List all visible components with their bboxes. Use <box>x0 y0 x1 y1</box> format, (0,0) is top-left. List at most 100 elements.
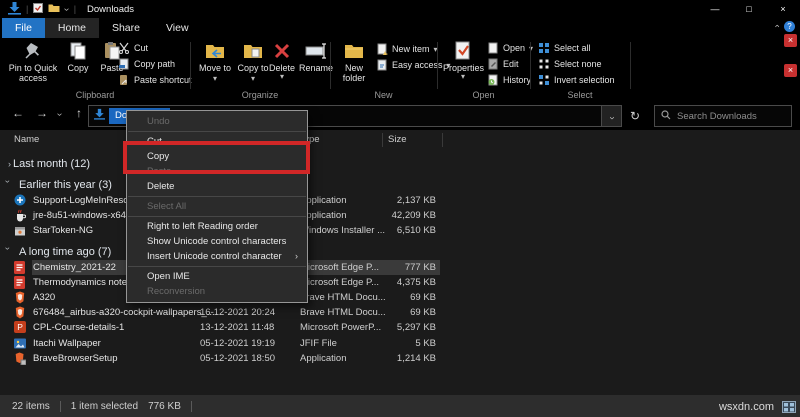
refresh-button[interactable]: ↻ <box>630 109 640 123</box>
address-dropdown-button[interactable]: › <box>602 105 622 127</box>
svg-text:P: P <box>17 322 23 332</box>
brave-file-icon <box>14 291 27 304</box>
tab-share[interactable]: Share <box>99 18 153 38</box>
menu-item-open-ime[interactable]: Open IME <box>127 269 307 284</box>
column-divider[interactable] <box>382 133 383 147</box>
file-name: StarToken-NG <box>33 225 93 236</box>
titlebar: | › | Downloads — □ × <box>0 0 800 18</box>
scissors-icon <box>118 42 130 54</box>
menu-item-right-to-left-reading-order[interactable]: Right to left Reading order <box>127 219 307 234</box>
paste-shortcut-button[interactable]: Paste shortcut <box>118 73 192 87</box>
menu-item-label: Select All <box>147 201 186 212</box>
select-all-button[interactable]: Select all <box>538 41 591 55</box>
file-group-header[interactable]: ›Last month (12) <box>0 156 800 172</box>
move-to-button[interactable]: Move to ▾ <box>198 40 232 84</box>
dropdown-caret-icon: ▾ <box>213 74 217 83</box>
copy-to-icon <box>242 41 264 61</box>
new-folder-button[interactable]: New folder <box>336 40 372 83</box>
history-button[interactable]: History <box>487 73 531 87</box>
delete-button[interactable]: Delete ▾ <box>266 40 298 80</box>
file-name: Support-LogMeInRescue <box>33 195 139 206</box>
explorer-window: | › | Downloads — □ × File Home Share Vi… <box>0 0 800 417</box>
thumbnail-view-icon[interactable] <box>782 400 796 412</box>
file-row[interactable]: StarToken-NGWindows Installer ...6,510 K… <box>0 223 800 238</box>
minimize-button[interactable]: — <box>698 0 732 18</box>
tab-view[interactable]: View <box>153 18 202 38</box>
properties-icon <box>452 41 474 61</box>
file-row[interactable]: Support-LogMeInRescueApplication2,137 KB <box>0 193 800 208</box>
copy-to-button[interactable]: Copy to ▾ <box>236 40 270 84</box>
menu-item-label: Insert Unicode control character <box>147 251 282 262</box>
file-row[interactable]: jre-8u51-windows-x64Application42,209 KB <box>0 208 800 223</box>
items-count: 22 items <box>12 401 50 412</box>
menu-item-delete[interactable]: Delete <box>127 179 307 194</box>
selected-size: 776 KB <box>148 401 181 412</box>
properties-button[interactable]: Properties ▾ <box>443 40 483 80</box>
overlay-close-badge-icon[interactable]: × <box>784 34 797 47</box>
clipboard-group-label: Clipboard <box>0 90 190 100</box>
file-group-header[interactable]: ›Earlier this year (3) <box>0 177 800 193</box>
pdf-file-icon <box>14 276 27 289</box>
recent-locations-chevron-icon[interactable]: › <box>52 106 68 120</box>
up-button[interactable]: ↑ <box>70 106 88 120</box>
downloads-icon <box>8 1 21 18</box>
close-button[interactable]: × <box>766 0 800 18</box>
search-box[interactable] <box>654 105 792 127</box>
overlay-close-badge-icon[interactable]: × <box>784 64 797 77</box>
open-button[interactable]: Open ▾ <box>487 41 533 55</box>
ppt-file-icon: P <box>14 321 27 334</box>
ribbon-divider <box>190 42 191 89</box>
file-name: A320 <box>33 292 55 303</box>
help-icon[interactable]: ? <box>784 21 795 32</box>
file-name: Itachi Wallpaper <box>33 338 101 349</box>
menu-item-show-unicode-control-characters[interactable]: Show Unicode control characters <box>127 234 307 249</box>
search-input[interactable] <box>677 111 785 122</box>
menu-item-label: Reconversion <box>147 286 205 297</box>
pin-to-quick-access-button[interactable]: Pin to Quick access <box>6 40 60 83</box>
file-group-header[interactable]: ›A long time ago (7) <box>0 244 800 260</box>
column-header-size[interactable]: Size <box>388 134 406 145</box>
file-row[interactable]: PCPL-Course-details-113-12-2021 11:48Mic… <box>0 320 800 335</box>
paste-shortcut-icon <box>118 74 130 86</box>
file-row[interactable]: Itachi Wallpaper05-12-2021 19:19JFIF Fil… <box>0 336 800 351</box>
new-item-button[interactable]: New item ▾ <box>376 42 438 56</box>
menu-item-reconversion: Reconversion <box>127 284 307 299</box>
ribbon-divider <box>437 42 438 89</box>
copy-path-button[interactable]: Copy path <box>118 57 175 71</box>
easy-access-button[interactable]: Easy access ▾ <box>376 58 451 72</box>
new-folder-quick-icon[interactable] <box>48 3 60 16</box>
cut-button[interactable]: Cut <box>118 41 148 55</box>
column-header-name[interactable]: Name <box>14 134 39 145</box>
back-button[interactable]: ← <box>8 106 28 120</box>
file-row[interactable]: BraveBrowserSetup05-12-2021 18:50Applica… <box>0 351 800 366</box>
file-size: 4,375 KB <box>356 277 436 288</box>
file-row[interactable]: Chemistry_2021-22Microsoft Edge P...777 … <box>0 260 800 275</box>
maximize-button[interactable]: □ <box>732 0 766 18</box>
file-date: 05-12-2021 18:50 <box>200 353 275 364</box>
file-row[interactable]: A320Brave HTML Docu...69 KB <box>0 290 800 305</box>
column-divider[interactable] <box>442 133 443 147</box>
ribbon-divider <box>530 42 531 89</box>
chevron-icon: › <box>3 180 19 190</box>
forward-button[interactable]: → <box>32 106 52 120</box>
easy-access-icon <box>376 59 388 71</box>
file-row[interactable]: 676484_airbus-a320-cockpit-wallpapers_..… <box>0 305 800 320</box>
tab-home[interactable]: Home <box>45 18 99 38</box>
collapse-ribbon-icon[interactable]: › <box>772 25 782 28</box>
tab-file[interactable]: File <box>2 18 45 38</box>
file-row[interactable]: Thermodynamics notesMicrosoft Edge P...4… <box>0 275 800 290</box>
menu-separator <box>128 196 306 197</box>
address-row: ← → › ↑ Downloads › ↻ <box>0 101 800 130</box>
edit-button[interactable]: Edit <box>487 57 519 71</box>
invert-selection-button[interactable]: Invert selection <box>538 73 615 87</box>
menu-item-select-all: Select All <box>127 199 307 214</box>
menu-item-label: Undo <box>147 116 170 127</box>
file-size: 69 KB <box>356 292 436 303</box>
qat-customize-chevron-icon[interactable]: › <box>62 7 73 10</box>
properties-quick-icon[interactable] <box>33 3 43 16</box>
chevron-icon: › <box>0 159 13 169</box>
menu-item-insert-unicode-control-character[interactable]: Insert Unicode control character› <box>127 249 307 264</box>
select-none-button[interactable]: Select none <box>538 57 602 71</box>
file-size: 5,297 KB <box>356 322 436 333</box>
copy-button[interactable]: Copy <box>62 40 94 73</box>
